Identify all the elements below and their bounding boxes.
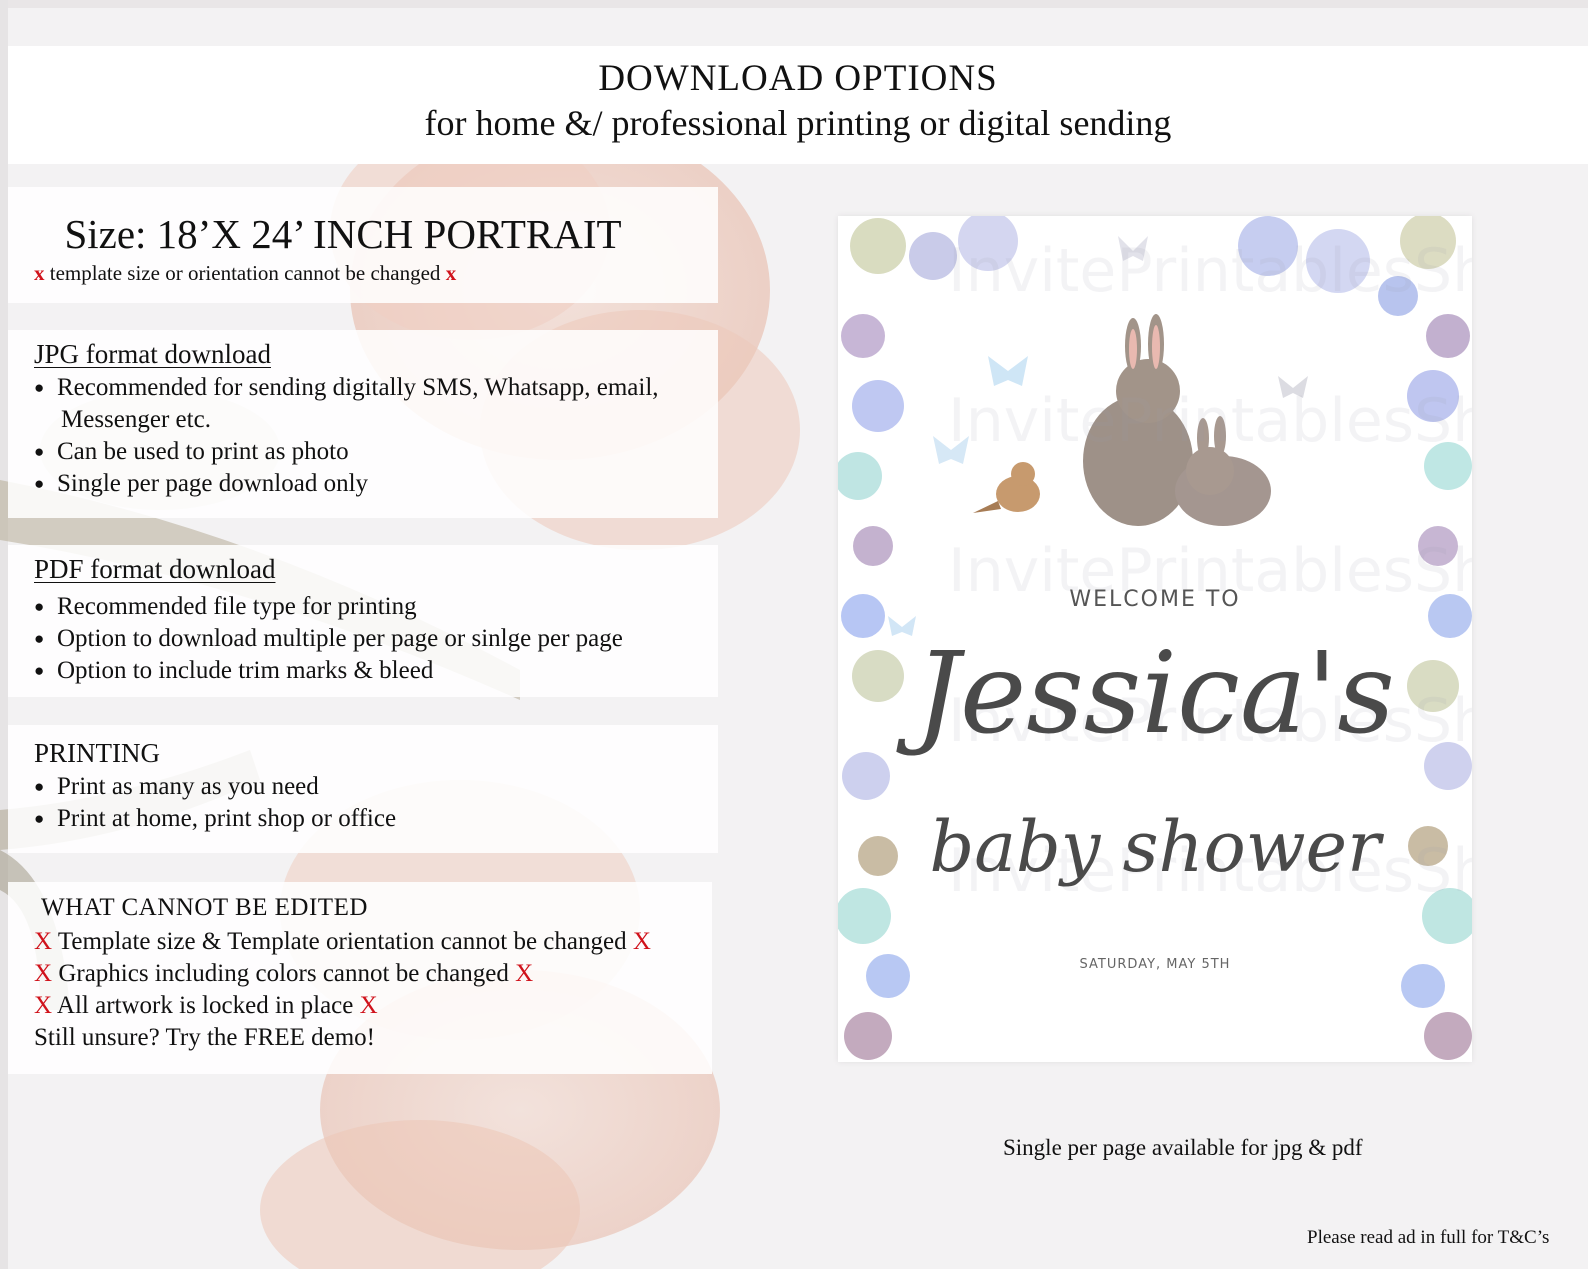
printing-title: PRINTING xyxy=(34,738,160,768)
list-item: Recommended file type for printing xyxy=(34,591,718,623)
jpg-bullets: Recommended for sending digitally SMS, W… xyxy=(8,372,718,500)
page-title: DOWNLOAD OPTIONS xyxy=(598,58,998,99)
demo-line: Still unsure? Try the FREE demo! xyxy=(34,1024,375,1051)
list-item: Print at home, print shop or office xyxy=(34,803,718,835)
x-mark-icon: X xyxy=(34,960,53,987)
pdf-bullets: Recommended file type for printing Optio… xyxy=(8,591,718,687)
list-item: Single per page download only xyxy=(34,468,718,500)
top-border xyxy=(0,0,1588,8)
list-item: X Template size & Template orientation c… xyxy=(34,928,651,955)
sign-preview: InvitePrintablesShop InvitePrintablesSho… xyxy=(838,216,1472,1062)
event-name-text: baby shower xyxy=(929,806,1381,888)
list-item: Option to download multiple per page or … xyxy=(34,623,718,655)
list-item: Recommended for sending digitally SMS, W… xyxy=(34,372,718,436)
list-item: X All artwork is locked in place X xyxy=(34,992,378,1019)
welcome-text: WELCOME TO xyxy=(1069,587,1241,612)
printing-panel: PRINTING Print as many as you need Print… xyxy=(8,725,718,853)
pdf-title: PDF format download xyxy=(34,554,276,584)
x-mark-icon: X xyxy=(359,992,378,1019)
watermark-text: InvitePrintablesShop xyxy=(948,236,1472,306)
list-item-continuation: Messenger etc. xyxy=(61,406,211,433)
event-date-text: SATURDAY, MAY 5TH xyxy=(1079,957,1231,972)
x-mark-icon: X xyxy=(34,992,53,1019)
size-note-text: template size or orientation cannot be c… xyxy=(44,261,446,285)
not-editable-title: WHAT CANNOT BE EDITED xyxy=(41,894,368,921)
watermark-text: InvitePrintablesShop xyxy=(948,386,1472,456)
list-item: X Graphics including colors cannot be ch… xyxy=(34,960,534,987)
list-item: Can be used to print as photo xyxy=(34,436,718,468)
list-item: Print as many as you need xyxy=(34,771,718,803)
x-mark-icon: X xyxy=(632,928,651,955)
x-mark-icon: X xyxy=(34,928,53,955)
not-editable-panel: WHAT CANNOT BE EDITED X Template size & … xyxy=(8,882,712,1074)
terms-footnote: Please read ad in full for T&C’s xyxy=(1307,1227,1550,1248)
jpg-panel: JPG format download Recommended for send… xyxy=(8,330,718,518)
preview-caption: Single per page available for jpg & pdf xyxy=(1003,1135,1363,1160)
header-banner: DOWNLOAD OPTIONS for home &/ professiona… xyxy=(8,46,1588,164)
x-mark-icon: x xyxy=(34,261,45,285)
x-mark-icon: x xyxy=(445,261,457,285)
size-panel: Size: 18’X 24’ INCH PORTRAIT x template … xyxy=(8,187,718,303)
jpg-title: JPG format download xyxy=(34,339,271,369)
guest-name-text: Jessica's xyxy=(915,629,1395,759)
size-title: Size: 18’X 24’ INCH PORTRAIT xyxy=(64,211,622,257)
page-subtitle: for home &/ professional printing or dig… xyxy=(424,103,1172,143)
list-item: Option to include trim marks & bleed xyxy=(34,655,718,687)
printing-bullets: Print as many as you need Print at home,… xyxy=(8,771,718,835)
size-note: x template size or orientation cannot be… xyxy=(34,261,718,286)
pdf-panel: PDF format download Recommended file typ… xyxy=(8,545,718,697)
x-mark-icon: X xyxy=(515,960,534,987)
